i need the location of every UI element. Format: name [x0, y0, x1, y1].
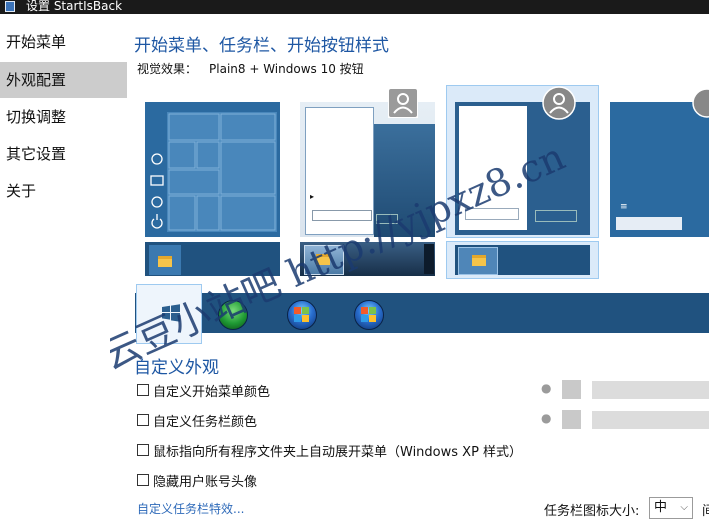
checkbox-label: 自定义任务栏颜色	[153, 414, 258, 430]
start-button-windows10-selected[interactable]	[136, 284, 202, 344]
start-style-plain7[interactable]: ▸	[300, 88, 435, 237]
customize-title: 自定义外观	[134, 358, 219, 378]
checkbox-label: 鼠标指向所有程序文件夹上自动展开菜单（Windows XP 样式）	[153, 444, 523, 460]
taskbar-style-3-selected[interactable]	[446, 241, 599, 279]
intensity-slider-taskbar[interactable]	[592, 411, 709, 429]
opacity-drop-icon: ●	[541, 381, 552, 395]
user-avatar-icon	[542, 86, 576, 120]
customize-taskbar-effects-link[interactable]: 自定义任务栏特效...	[137, 500, 244, 517]
windows7-orb-icon	[287, 300, 317, 330]
start-style-plain8-selected[interactable]	[446, 85, 599, 238]
search-box-preview	[616, 217, 682, 230]
checkbox[interactable]	[137, 474, 149, 486]
user-avatar-icon	[388, 88, 418, 118]
window-title: 设置 StartIsBack	[26, 0, 123, 13]
icon-size-label: 任务栏图标大小:	[544, 504, 640, 519]
opacity-drop-icon: ●	[541, 411, 552, 425]
icon-size-value: 中	[654, 500, 668, 515]
start-button-clover[interactable]	[218, 300, 248, 330]
checkbox[interactable]	[137, 444, 149, 456]
title-bar: 设置 StartIsBack	[0, 0, 709, 14]
checkbox[interactable]	[137, 414, 149, 426]
checkbox-label: 隐藏用户账号头像	[153, 474, 258, 490]
taskbar-style-1[interactable]	[145, 242, 280, 276]
preview-label-value: Plain8 + Windows 10 按钮	[209, 62, 364, 76]
search-box-preview	[465, 208, 519, 220]
app-icon	[5, 1, 15, 12]
section-title: 开始菜单、任务栏、开始按钮样式	[134, 36, 389, 56]
sidebar-item-appearance[interactable]: 外观配置	[0, 62, 127, 98]
sidebar-item-start-menu[interactable]: 开始菜单	[0, 24, 127, 60]
chevron-down-icon: ⌵	[680, 502, 688, 513]
icon-size-select[interactable]: 中 ⌵	[649, 497, 693, 519]
preview-label-key: 视觉效果：	[137, 62, 198, 76]
preview-label: 视觉效果： Plain8 + Windows 10 按钮	[137, 60, 364, 77]
checkbox-row-taskbar-color[interactable]: 自定义任务栏颜色	[137, 410, 257, 430]
taskbar-style-2[interactable]	[300, 242, 435, 276]
search-box-preview	[312, 210, 372, 221]
sidebar-item-switching[interactable]: 切换调整	[0, 99, 127, 135]
tile-grid-image	[150, 112, 277, 232]
user-avatar-icon	[692, 88, 709, 118]
checkbox-row-start-color[interactable]: 自定义开始菜单颜色	[137, 380, 270, 400]
color-swatch-taskbar[interactable]	[562, 410, 581, 429]
sidebar-item-other-settings[interactable]: 其它设置	[0, 136, 127, 172]
checkbox-row-hide-avatar[interactable]: 隐藏用户账号头像	[137, 470, 257, 490]
folder-icon	[472, 255, 486, 266]
windows7-orb-icon	[354, 300, 384, 330]
arrow-icon: ▸	[310, 192, 315, 201]
checkbox-row-xp-expand[interactable]: 鼠标指向所有程序文件夹上自动展开菜单（Windows XP 样式）	[137, 440, 522, 460]
folder-icon	[316, 254, 330, 265]
clover-orb-icon	[218, 300, 248, 330]
color-swatch-start[interactable]	[562, 380, 581, 399]
windows-logo-icon	[162, 304, 180, 322]
start-button-win7-orb-alt[interactable]	[354, 300, 384, 330]
start-style-windows10-dark[interactable]: ≡	[610, 88, 709, 237]
folder-icon	[158, 256, 172, 267]
truncated-label: 间	[702, 504, 709, 519]
sidebar-item-about[interactable]: 关于	[0, 173, 127, 209]
intensity-slider-start[interactable]	[592, 381, 709, 399]
checkbox-label: 自定义开始菜单颜色	[153, 384, 271, 400]
start-button-win7-orb[interactable]	[287, 300, 317, 330]
checkbox[interactable]	[137, 384, 149, 396]
start-style-windows10[interactable]	[145, 102, 280, 237]
